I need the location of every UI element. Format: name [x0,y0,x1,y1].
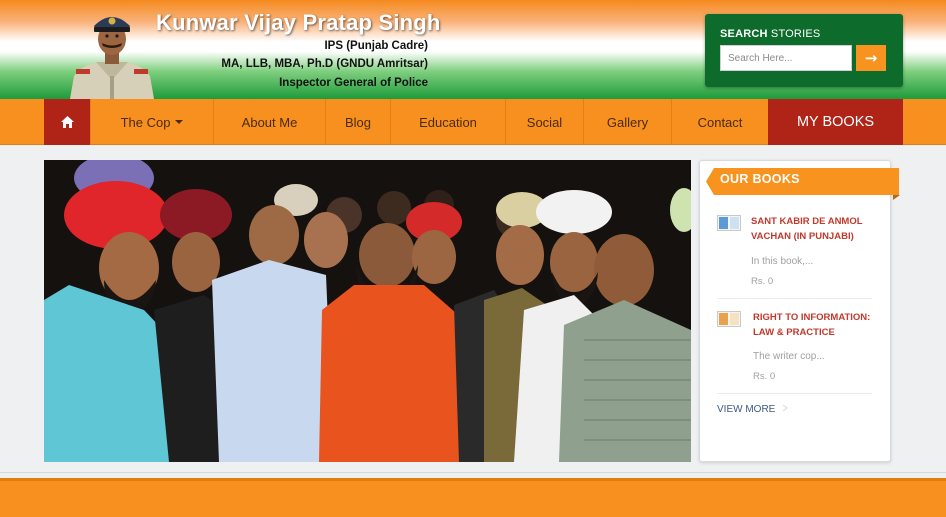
site-footer [0,478,946,517]
book-description: In this book,... [751,256,814,267]
book-price: Rs. 0 [751,276,774,287]
nav-item-label: MY BOOKS [796,114,875,130]
nav-item-about-me[interactable]: About Me [213,99,325,145]
credential-rank: Inspector General of Police [279,77,428,89]
search-submit-button[interactable]: → [856,45,886,71]
book-title[interactable]: RIGHT TO INFORMATION: LAW & PRACTICE [753,310,870,340]
site-header: Kunwar Vijay Pratap Singh IPS (Punjab Ca… [0,0,946,99]
nav-item-label: The Cop [120,114,171,130]
book-thumbnail[interactable] [717,311,741,327]
search-title-rest: STORIES [767,28,821,40]
divider [717,393,872,394]
book-title[interactable]: SANT KABIR DE ANMOL VACHAN (IN PUNJABI) [751,214,863,244]
nav-item-label: Blog [344,114,372,130]
credential-degrees: MA, LLB, MBA, Ph.D (GNDU Amritsar) [221,58,428,70]
content-divider [0,472,946,473]
site-owner-name: Kunwar Vijay Pratap Singh [156,10,441,35]
ribbon-fold [893,195,900,200]
nav-item-label: About Me [241,114,298,130]
caret-down-icon [175,120,184,124]
book-description: The writer cop... [753,351,825,362]
nav-item-gallery[interactable]: Gallery [583,99,671,145]
nav-item-the-cop[interactable]: The Cop [90,99,213,145]
book-title-line: SANT KABIR DE ANMOL [751,216,863,227]
divider [717,298,872,299]
view-more-link[interactable]: VIEW MORE [717,404,789,415]
main-navigation: The Cop About Me Blog Education Social G… [0,99,946,145]
nav-home[interactable] [44,99,90,145]
nav-item-my-books[interactable]: MY BOOKS [768,99,903,145]
book-cover-icon [719,217,739,229]
book-title-line: RIGHT TO INFORMATION: [753,312,871,323]
search-input[interactable] [720,45,852,71]
book-title-line: LAW & PRACTICE [753,327,835,338]
nav-item-contact[interactable]: Contact [671,99,768,145]
credential-cadre: IPS (Punjab Cadre) [324,40,428,52]
nav-item-label: Education [419,114,477,130]
nav-item-social[interactable]: Social [505,99,583,145]
book-price: Rs. 0 [753,371,776,382]
book-thumbnail[interactable] [717,215,741,231]
arrow-right-icon: → [864,49,878,67]
nav-item-label: Gallery [606,114,649,130]
search-title-bold: SEARCH [720,28,768,40]
book-title-line: VACHAN (IN PUNJABI) [751,231,854,242]
view-more-label: VIEW MORE [717,404,776,415]
group-photo [44,160,691,462]
nav-item-blog[interactable]: Blog [325,99,390,145]
hero-group-photo[interactable] [44,160,691,462]
nav-item-label: Social [526,114,563,130]
book-cover-icon [719,313,739,325]
officer-portrait [70,17,154,99]
nav-item-education[interactable]: Education [390,99,505,145]
search-panel: SEARCH STORIES → [705,14,903,87]
our-books-title: OUR BOOKS [720,172,800,186]
chevron-right-icon [782,404,789,412]
nav-item-label: Contact [697,114,743,130]
search-title: SEARCH STORIES [720,28,820,40]
home-icon [60,116,74,128]
